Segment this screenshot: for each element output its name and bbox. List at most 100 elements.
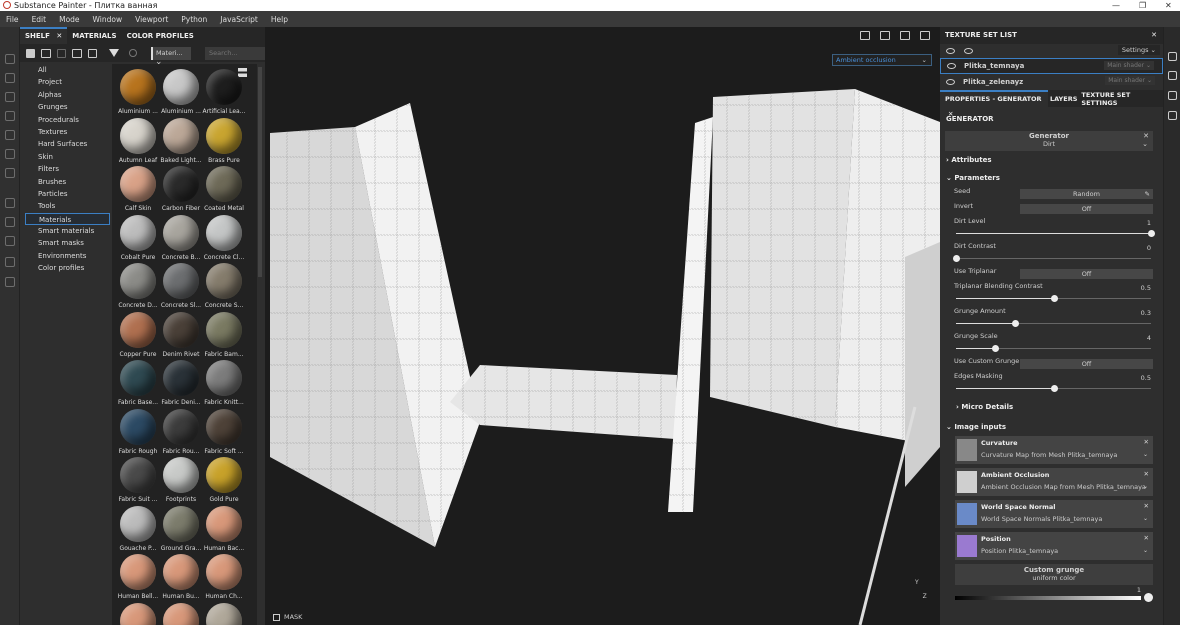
material-item[interactable]: Human Bac... [201, 505, 247, 552]
chevron-down-icon[interactable]: ⌄ [1143, 483, 1148, 490]
attributes-section[interactable]: › Attributes [940, 151, 1163, 169]
eye-icon[interactable] [947, 63, 956, 69]
minimize-button[interactable]: — [1112, 0, 1120, 11]
material-item[interactable]: Concrete Sl... [158, 263, 204, 309]
category-item[interactable]: Textures [25, 126, 110, 138]
material-item[interactable]: Human Ch... [201, 554, 247, 600]
material-item[interactable] [158, 602, 204, 625]
material-item[interactable]: Fabric Rou... [158, 408, 204, 455]
material-item[interactable]: Coated Metal [201, 166, 247, 212]
material-item[interactable]: Human Bu... [158, 554, 204, 600]
material-item[interactable]: Fabric Rough [115, 408, 161, 455]
document-icon[interactable] [5, 277, 15, 287]
edges-masking-slider[interactable]: Edges Masking 0.5 [954, 372, 1153, 397]
grunge-scale-slider[interactable]: Grunge Scale 4 [954, 332, 1153, 357]
maximize-button[interactable]: ❐ [1139, 0, 1146, 11]
menu-help[interactable]: Help [271, 15, 288, 24]
bake-icon[interactable] [5, 198, 15, 208]
close-icon[interactable]: ✕ [1144, 502, 1149, 510]
image-inputs-section[interactable]: ⌄ Image inputs [940, 418, 1163, 436]
category-item[interactable]: Alphas [25, 89, 110, 101]
material-item[interactable]: Copper Pure [115, 311, 161, 358]
parameters-section[interactable]: ⌄ Parameters [940, 169, 1163, 187]
material-item[interactable] [115, 602, 161, 625]
menu-python[interactable]: Python [181, 15, 207, 24]
log-icon[interactable] [1168, 111, 1177, 120]
paint-brush-icon[interactable] [5, 54, 15, 64]
material-item[interactable]: Concrete B... [158, 214, 204, 261]
category-item[interactable]: Environments [25, 250, 110, 262]
seed-button[interactable]: Random ✎ [1020, 189, 1153, 199]
pencil-icon[interactable]: ✎ [1145, 189, 1150, 199]
clone-stamp-icon[interactable] [5, 149, 15, 159]
close-icon[interactable]: ✕ [1144, 438, 1149, 446]
history-icon[interactable] [1168, 91, 1177, 100]
material-item[interactable]: Aluminium ... [158, 69, 204, 115]
material-item[interactable]: Calf Skin [115, 166, 161, 212]
material-item[interactable]: Ground Gra... [158, 505, 204, 552]
camera-settings-icon[interactable] [1168, 52, 1177, 61]
material-item[interactable]: Concrete S... [201, 263, 247, 309]
tab-color-profiles[interactable]: COLOR PROFILES [122, 32, 199, 40]
material-item[interactable]: Brass Pure [201, 117, 247, 164]
close-icon[interactable]: ✕ [1144, 470, 1149, 478]
eye-icon[interactable] [946, 79, 955, 85]
tab-properties[interactable]: PROPERTIES - GENERATOR ✕ [940, 90, 1048, 118]
chevron-down-icon[interactable]: ⌄ [1143, 451, 1148, 458]
category-item[interactable]: Hard Surfaces [25, 138, 110, 150]
category-item[interactable]: Brushes [25, 176, 110, 188]
category-item[interactable]: Procedurals [25, 114, 110, 126]
smudge-icon[interactable] [5, 130, 15, 140]
image-input-slot[interactable]: World Space Normal World Space Normals Pl… [955, 500, 1153, 528]
material-item[interactable]: Baked Light... [158, 117, 204, 164]
category-item[interactable]: Project [25, 76, 110, 88]
material-item[interactable]: Fabric Soft ... [201, 408, 247, 455]
material-item[interactable]: Fabric Knitt... [201, 360, 247, 406]
shader-dropdown[interactable]: Main shader ⌄ [1105, 76, 1155, 85]
slider-handle[interactable] [953, 255, 960, 262]
projection-icon[interactable] [5, 92, 15, 102]
menu-javascript[interactable]: JavaScript [220, 15, 258, 24]
screenshot-icon[interactable] [920, 31, 930, 40]
slider-handle[interactable] [992, 345, 999, 352]
slider-handle[interactable] [1050, 385, 1058, 392]
category-item[interactable]: Color profiles [25, 262, 110, 274]
grunge-amount-slider[interactable]: Grunge Amount 0.3 [954, 307, 1153, 332]
category-item[interactable]: Tools [25, 200, 110, 212]
color-picker-icon[interactable] [5, 168, 15, 178]
export-icon[interactable] [5, 217, 15, 227]
category-item[interactable]: Grunges [25, 101, 110, 113]
material-item[interactable]: Footprints [158, 457, 204, 503]
material-item[interactable]: Concrete D... [115, 263, 161, 309]
material-item[interactable]: Cobalt Pure [115, 214, 161, 261]
image-input-slot[interactable]: Curvature Curvature Map from Mesh Plitka_… [955, 436, 1153, 464]
texture-set-item[interactable]: Plitka_temnaya Main shader ⌄ [940, 58, 1163, 74]
shader-dropdown[interactable]: Main shader ⌄ [1104, 61, 1154, 70]
slider-handle[interactable] [1050, 295, 1058, 302]
mask-toggle[interactable]: MASK [273, 613, 302, 621]
camera-icon[interactable] [900, 31, 910, 40]
dirt-level-slider[interactable]: Dirt Level 1 [954, 217, 1155, 242]
material-item[interactable]: Gouache P... [115, 505, 161, 552]
material-item[interactable]: Carbon Fiber [158, 166, 204, 212]
eye-icon[interactable] [946, 48, 955, 54]
generator-selector[interactable]: Generator Dirt ✕ ⌄ [945, 131, 1153, 151]
viewport-3d[interactable]: Ambient occlusion ⌄ Y Z MASK [265, 27, 940, 625]
circle-icon[interactable] [129, 49, 137, 57]
polygon-fill-icon[interactable] [5, 111, 15, 121]
close-icon[interactable]: ✕ [1144, 534, 1149, 542]
menu-window[interactable]: Window [93, 15, 123, 24]
material-item[interactable]: Autumn Leaf [115, 117, 161, 164]
material-item[interactable]: Aluminium ... [115, 69, 161, 115]
close-button[interactable]: ✕ [1165, 0, 1172, 11]
category-item[interactable]: Particles [25, 188, 110, 200]
material-item[interactable]: Human Bell... [115, 554, 161, 600]
menu-viewport[interactable]: Viewport [135, 15, 168, 24]
material-item[interactable]: Fabric Deni... [158, 360, 204, 406]
category-item[interactable]: Skin [25, 151, 110, 163]
material-item[interactable]: Denim Rivet [158, 311, 204, 358]
share-icon[interactable] [5, 236, 15, 246]
material-item[interactable]: Artificial Lea... [201, 69, 247, 115]
eraser-icon[interactable] [5, 73, 15, 83]
slider-handle[interactable] [1148, 230, 1155, 237]
